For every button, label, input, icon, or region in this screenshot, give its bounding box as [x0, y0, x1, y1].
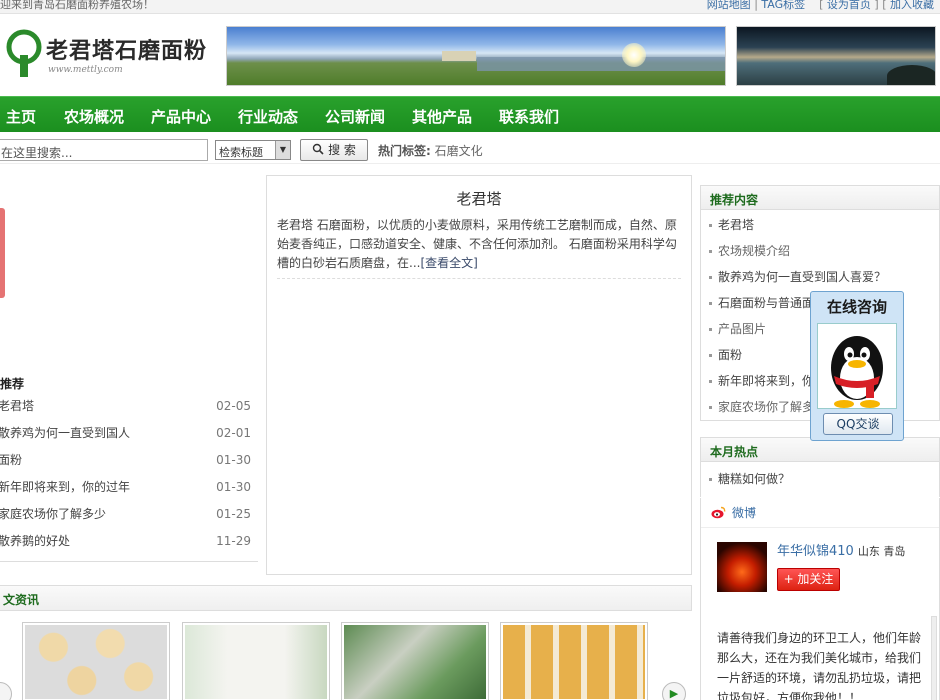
weibo-post: 请善待我们身边的环卫工人，他们年龄那么大，还在为我们美化城市，给我们一片舒适的环… [717, 631, 922, 700]
top-links: 网站地图 | TAG标签 [ 设为首页 ] [ 加入收藏 [706, 0, 934, 11]
hot-item[interactable]: 糖糕如何做？ [701, 466, 939, 492]
search-type-value: 检索标题 [219, 146, 263, 159]
avatar[interactable] [717, 542, 767, 592]
carousel-prev-button[interactable] [0, 682, 12, 700]
weibo-widget: 微博 年华似锦410 山东 青岛 + 加关注 请善待我们身边的环卫工人，他们年龄那… [700, 498, 940, 700]
list-item[interactable]: 散养鹅的好处 11-29 [0, 528, 262, 555]
nav-item-products[interactable]: 产品中心 [151, 106, 211, 127]
weibo-icon [711, 506, 726, 519]
qq-title: 在线咨询 [826, 298, 887, 316]
weibo-header[interactable]: 微博 [701, 498, 939, 528]
news-section: 文资讯 ▶ [0, 585, 692, 700]
set-home-link[interactable]: 设为首页 [827, 0, 871, 11]
news-thumbnail[interactable] [22, 622, 170, 700]
nav-item-home[interactable]: 主页 [6, 106, 36, 127]
welcome-text: 迎来到青岛石磨面粉养殖农场！ [0, 0, 154, 11]
divider [0, 561, 258, 562]
banner-farm-image [226, 26, 726, 86]
bookmark-link[interactable]: 加入收藏 [890, 0, 934, 11]
weibo-user[interactable]: 年华似锦410 山东 青岛 [777, 540, 905, 559]
list-item[interactable]: 散养鸡为何一直受到国人 02-01 [0, 420, 262, 447]
weibo-label: 微博 [732, 506, 757, 520]
search-button[interactable]: 搜 索 [300, 139, 368, 161]
read-more-link[interactable]: [查看全文] [420, 256, 477, 270]
qq-penguin-icon [817, 323, 897, 409]
hot-tag-link[interactable]: 石磨文化 [435, 144, 483, 158]
hot-panel: 本月热点 糖糕如何做？ [700, 437, 940, 497]
recommend-item[interactable]: 散养鸡为何一直受到国人喜爱？ [701, 264, 939, 290]
weibo-scrollbar[interactable] [931, 616, 937, 700]
list-item-title: 新年即将来到，你的过年 [0, 480, 131, 494]
divider [277, 278, 681, 279]
left-column: 推荐 老君塔 02-05 散养鸡为何一直受到国人 02-01 面粉 01-30 新年即… [0, 175, 262, 575]
list-item-date: 01-25 [216, 507, 251, 521]
list-item[interactable]: 新年即将来到，你的过年 01-30 [0, 474, 262, 501]
article-panel: 老君塔 老君塔 石磨面粉，以优质的小麦做原料，采用传统工艺磨制而成，自然、原始麦… [266, 175, 692, 575]
dropdown-arrow-icon: ▼ [275, 141, 290, 159]
list-item-title: 散养鹅的好处 [0, 534, 71, 548]
follow-button[interactable]: + 加关注 [777, 568, 840, 591]
list-item-date: 02-01 [216, 426, 251, 440]
sitemap-link[interactable]: 网站地图 [707, 0, 751, 11]
logo-url: www.mettly.com [48, 65, 123, 75]
list-item-title: 老君塔 [0, 399, 35, 413]
search-button-label: 搜 索 [328, 143, 356, 157]
side-tab[interactable] [0, 208, 5, 298]
tag-link[interactable]: TAG标签 [761, 0, 805, 11]
nav-item-contact[interactable]: 联系我们 [499, 106, 559, 127]
carousel-next-button[interactable]: ▶ [662, 682, 686, 700]
hot-tags: 热门标签: 石磨文化 [378, 142, 483, 159]
list-item-title: 家庭农场你了解多少 [0, 507, 107, 521]
top-separator: | [754, 0, 758, 11]
nav-item-company-news[interactable]: 公司新闻 [325, 106, 385, 127]
list-item-date: 11-29 [216, 534, 251, 548]
list-item-date: 02-05 [216, 399, 251, 413]
header: 老君塔石磨面粉 www.mettly.com [0, 15, 940, 95]
weibo-location: 山东 青岛 [857, 545, 906, 558]
hot-tags-label: 热门标签: [378, 144, 431, 158]
article-summary: 老君塔 石磨面粉，以优质的小麦做原料，采用传统工艺磨制而成，自然、原始麦香纯正，… [277, 216, 681, 273]
hot-heading: 本月热点 [701, 438, 939, 462]
logo[interactable]: 老君塔石磨面粉 www.mettly.com [6, 27, 206, 85]
qq-chat-button[interactable]: QQ交谈 [823, 413, 893, 435]
search-input[interactable]: 在这里搜索... [0, 139, 208, 161]
news-thumbnail[interactable] [500, 622, 648, 700]
list-item-title: 面粉 [0, 453, 23, 467]
main-nav: 主页 农场概况 产品中心 行业动态 公司新闻 其他产品 联系我们 [0, 96, 940, 132]
list-item-date: 01-30 [216, 480, 251, 494]
search-bar: 在这里搜索... 检索标题 ▼ 搜 索 热门标签: 石磨文化 [0, 138, 940, 164]
list-item[interactable]: 家庭农场你了解多少 01-25 [0, 501, 262, 528]
news-thumbnail[interactable] [182, 622, 330, 700]
logo-brand: 老君塔石磨面粉 [46, 39, 208, 64]
list-item-date: 01-30 [216, 453, 251, 467]
nav-item-farm[interactable]: 农场概况 [64, 106, 124, 127]
article-title[interactable]: 老君塔 [267, 188, 691, 209]
recommend-item[interactable]: 老君塔 [701, 212, 939, 238]
list-item-title: 散养鸡为何一直受到国人 [0, 426, 131, 440]
left-news-list: 老君塔 02-05 散养鸡为何一直受到国人 02-01 面粉 01-30 新年即将来到… [0, 393, 262, 555]
nav-item-industry[interactable]: 行业动态 [238, 106, 298, 127]
banner-coast-image [736, 26, 936, 86]
qq-consult-widget: 在线咨询 QQ交谈 [810, 291, 904, 441]
top-bar: 迎来到青岛石磨面粉养殖农场！ 网站地图 | TAG标签 [ 设为首页 ] [ 加… [0, 0, 940, 14]
nav-item-other[interactable]: 其他产品 [412, 106, 472, 127]
list-item[interactable]: 面粉 01-30 [0, 447, 262, 474]
list-item[interactable]: 老君塔 02-05 [0, 393, 262, 420]
search-type-select[interactable]: 检索标题 ▼ [215, 140, 291, 160]
news-heading: 文资讯 [0, 585, 692, 611]
recommend-heading: 推荐内容 [701, 186, 939, 210]
search-icon [312, 143, 324, 155]
left-list-heading: 推荐 [0, 377, 25, 391]
news-thumbnail[interactable] [341, 622, 489, 700]
recommend-item[interactable]: 农场规模介绍 [701, 238, 939, 264]
weibo-username: 年华似锦410 [777, 544, 854, 559]
logo-tree-icon [6, 29, 42, 77]
